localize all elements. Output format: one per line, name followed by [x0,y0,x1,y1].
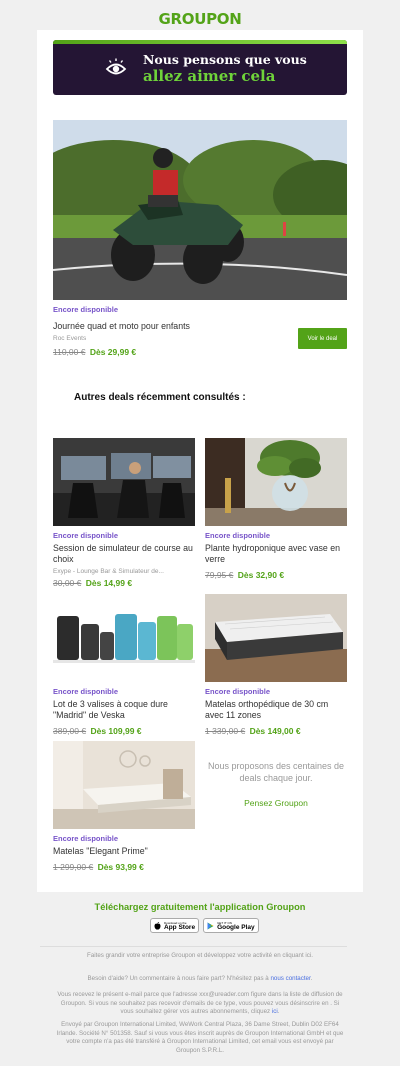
contact-link[interactable]: nous contacter [270,975,310,982]
deal-4-old-price: 1 339,00 € [205,726,246,736]
footer-sender: Envoyé par Groupon International Limited… [56,1021,344,1054]
deal-3-new-price: Dès 109,99 € [90,726,142,736]
deal-image-simulator[interactable] [53,438,195,526]
deal-1-old-price: 30,00 € [53,578,82,588]
featured-merchant: Roc Events [53,335,87,342]
deal-3-old-price: 389,00 € [53,726,87,736]
header: GROUPON [0,0,400,30]
deal-5-availability: Encore disponible [53,834,119,843]
deal-4-price: 1 339,00 € Dès 149,00 € [205,726,301,736]
store-badges: Download on the App Store GET IT ON Goog… [150,918,259,933]
deal-2-availability: Encore disponible [205,531,271,540]
deal-5-old-price: 1 299,00 € [53,862,94,872]
deal-5-price: 1 299,00 € Dès 93,99 € [53,862,144,872]
deal-1-new-price: Dès 14,99 € [85,578,133,588]
footer-help-text: Besoin d'aide? Un commentaire à nous fai… [87,975,271,982]
deal-2-price: 79,95 € Dès 32,90 € [205,570,284,580]
recommendation-banner: Nous pensons que vous allez aimer cela [53,40,347,95]
banner-accent-bar [53,40,347,44]
featured-title[interactable]: Journée quad et moto pour enfants [53,321,253,332]
deal-1-merchant: Exype - Lounge Bar & Simulateur de... [53,568,164,575]
footer-divider [40,946,347,947]
app-store-badge[interactable]: Download on the App Store [150,918,200,933]
deal-image-plant[interactable] [205,438,347,526]
footer-help-suffix: . [310,975,313,982]
deal-3-title[interactable]: Lot de 3 valises à coque dure "Madrid" d… [53,699,193,721]
footer-legal-end: . [277,1008,280,1015]
footer-legal: Vous recevez le présent e-mail parce que… [55,991,345,1017]
deal-1-availability: Encore disponible [53,531,119,540]
featured-deal-image[interactable] [53,120,347,300]
section-heading: Autres deals récemment consultés : [74,392,246,403]
deal-5-new-price: Dès 93,99 € [97,862,144,872]
deal-image-elegant-mattress[interactable] [53,741,195,829]
featured-availability: Encore disponible [53,305,119,314]
deal-3-price: 389,00 € Dès 109,99 € [53,726,142,736]
deal-image-suitcases[interactable] [53,594,195,682]
featured-new-price: Dès 29,99 € [89,347,137,357]
deal-3-availability: Encore disponible [53,687,119,696]
banner-line-1: Nous pensons que vous [143,52,307,67]
deal-1-price: 30,00 € Dès 14,99 € [53,578,132,588]
promo-link[interactable]: Pensez Groupon [207,798,345,808]
deal-1-title[interactable]: Session de simulateur de course au choix [53,543,193,565]
deal-image-mattress[interactable] [205,594,347,682]
view-deal-button[interactable]: Voir le deal [298,328,347,349]
deal-4-title[interactable]: Matelas orthopédique de 30 cm avec 11 zo… [205,699,345,721]
deal-2-old-price: 79,95 € [205,570,234,580]
google-play-badge[interactable]: GET IT ON Google Play [203,918,259,933]
deal-4-new-price: Dès 149,00 € [249,726,301,736]
deal-4-availability: Encore disponible [205,687,271,696]
google-play-label: Google Play [217,923,255,931]
footer-help: Besoin d'aide? Un commentaire à nous fai… [55,975,345,984]
apple-icon [154,921,161,930]
google-play-icon [207,922,214,929]
footer-legal-text: Vous recevez le présent e-mail parce que… [57,991,343,1015]
email-card: Nous pensons que vous allez aimer cela E… [37,30,363,892]
featured-price: 110,00 € Dès 29,99 € [53,347,136,357]
app-store-label: App Store [164,923,196,931]
groupon-logo[interactable]: GROUPON [159,10,242,28]
banner-line-2: allez aimer cela [143,67,276,85]
footer-business[interactable]: Faites grandir votre entreprise Groupon … [55,952,345,961]
deal-2-new-price: Dès 32,90 € [237,570,285,580]
featured-old-price: 110,00 € [53,347,86,357]
eye-icon [105,58,127,75]
promo-text: Nous proposons des centaines de deals ch… [207,761,345,783]
app-download-title: Téléchargez gratuitement l'application G… [94,902,306,912]
deal-5-title[interactable]: Matelas "Elegant Prime" [53,846,193,857]
deal-2-title[interactable]: Plante hydroponique avec vase en verre [205,543,345,565]
